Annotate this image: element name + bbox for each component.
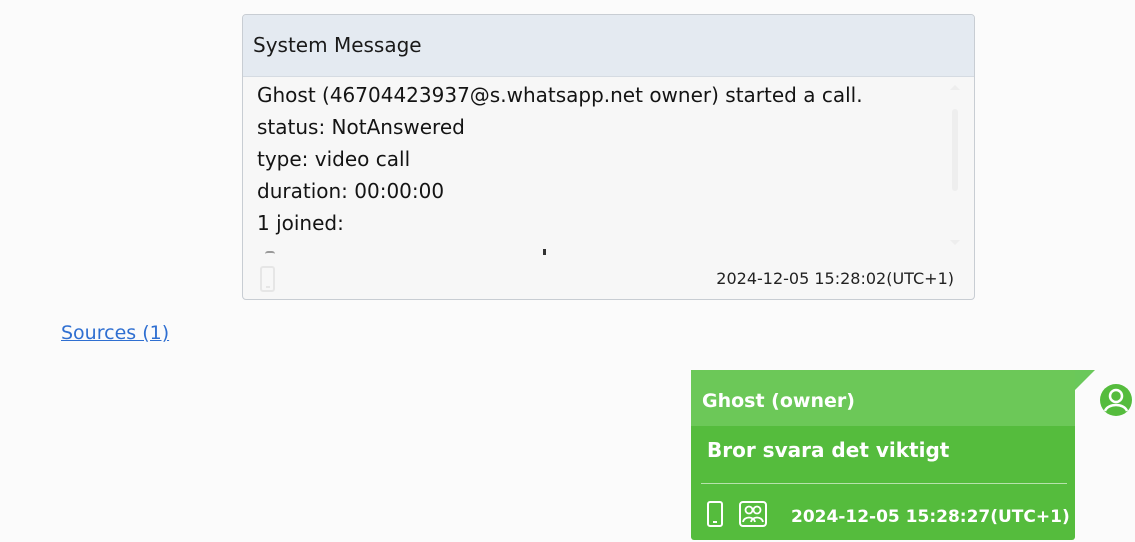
system-message-line: status: NotAnswered bbox=[257, 115, 465, 139]
phone-icon bbox=[260, 266, 275, 292]
system-message-card: System Message Ghost (46704423937@s.what… bbox=[242, 14, 975, 300]
system-message-header: System Message bbox=[243, 15, 974, 77]
scroll-up-arrow-icon[interactable] bbox=[950, 85, 960, 90]
message-text: Bror svara det viktigt bbox=[707, 438, 950, 462]
system-message-line: type: video call bbox=[257, 147, 411, 171]
scroll-down-arrow-icon[interactable] bbox=[950, 240, 960, 245]
sources-link[interactable]: Sources (1) bbox=[61, 322, 169, 344]
system-message-timestamp: 2024-12-05 15:28:02(UTC+1) bbox=[716, 269, 954, 288]
group-icon bbox=[739, 501, 767, 527]
chat-view: System Message Ghost (46704423937@s.what… bbox=[0, 0, 1135, 542]
bubble-tail bbox=[1075, 370, 1095, 390]
clipped-text-fragment bbox=[265, 251, 275, 257]
clipped-text-fragment bbox=[543, 249, 546, 255]
chat-message-bubble: Ghost (owner) Bror svara det viktigt 202… bbox=[691, 370, 1075, 540]
message-divider bbox=[701, 483, 1067, 484]
message-timestamp: 2024-12-05 15:28:27(UTC+1) bbox=[791, 507, 1070, 527]
system-message-line: 1 joined: bbox=[257, 211, 344, 235]
message-sender: Ghost (owner) bbox=[691, 370, 1075, 426]
system-message-scrollbar[interactable] bbox=[949, 85, 961, 245]
system-message-line: Ghost (46704423937@s.whatsapp.net owner)… bbox=[257, 83, 863, 107]
phone-icon bbox=[707, 501, 723, 527]
system-message-body[interactable]: Ghost (46704423937@s.whatsapp.net owner)… bbox=[257, 79, 937, 257]
user-avatar-icon[interactable] bbox=[1099, 383, 1133, 417]
system-message-line: duration: 00:00:00 bbox=[257, 179, 445, 203]
scrollbar-thumb[interactable] bbox=[952, 109, 958, 191]
